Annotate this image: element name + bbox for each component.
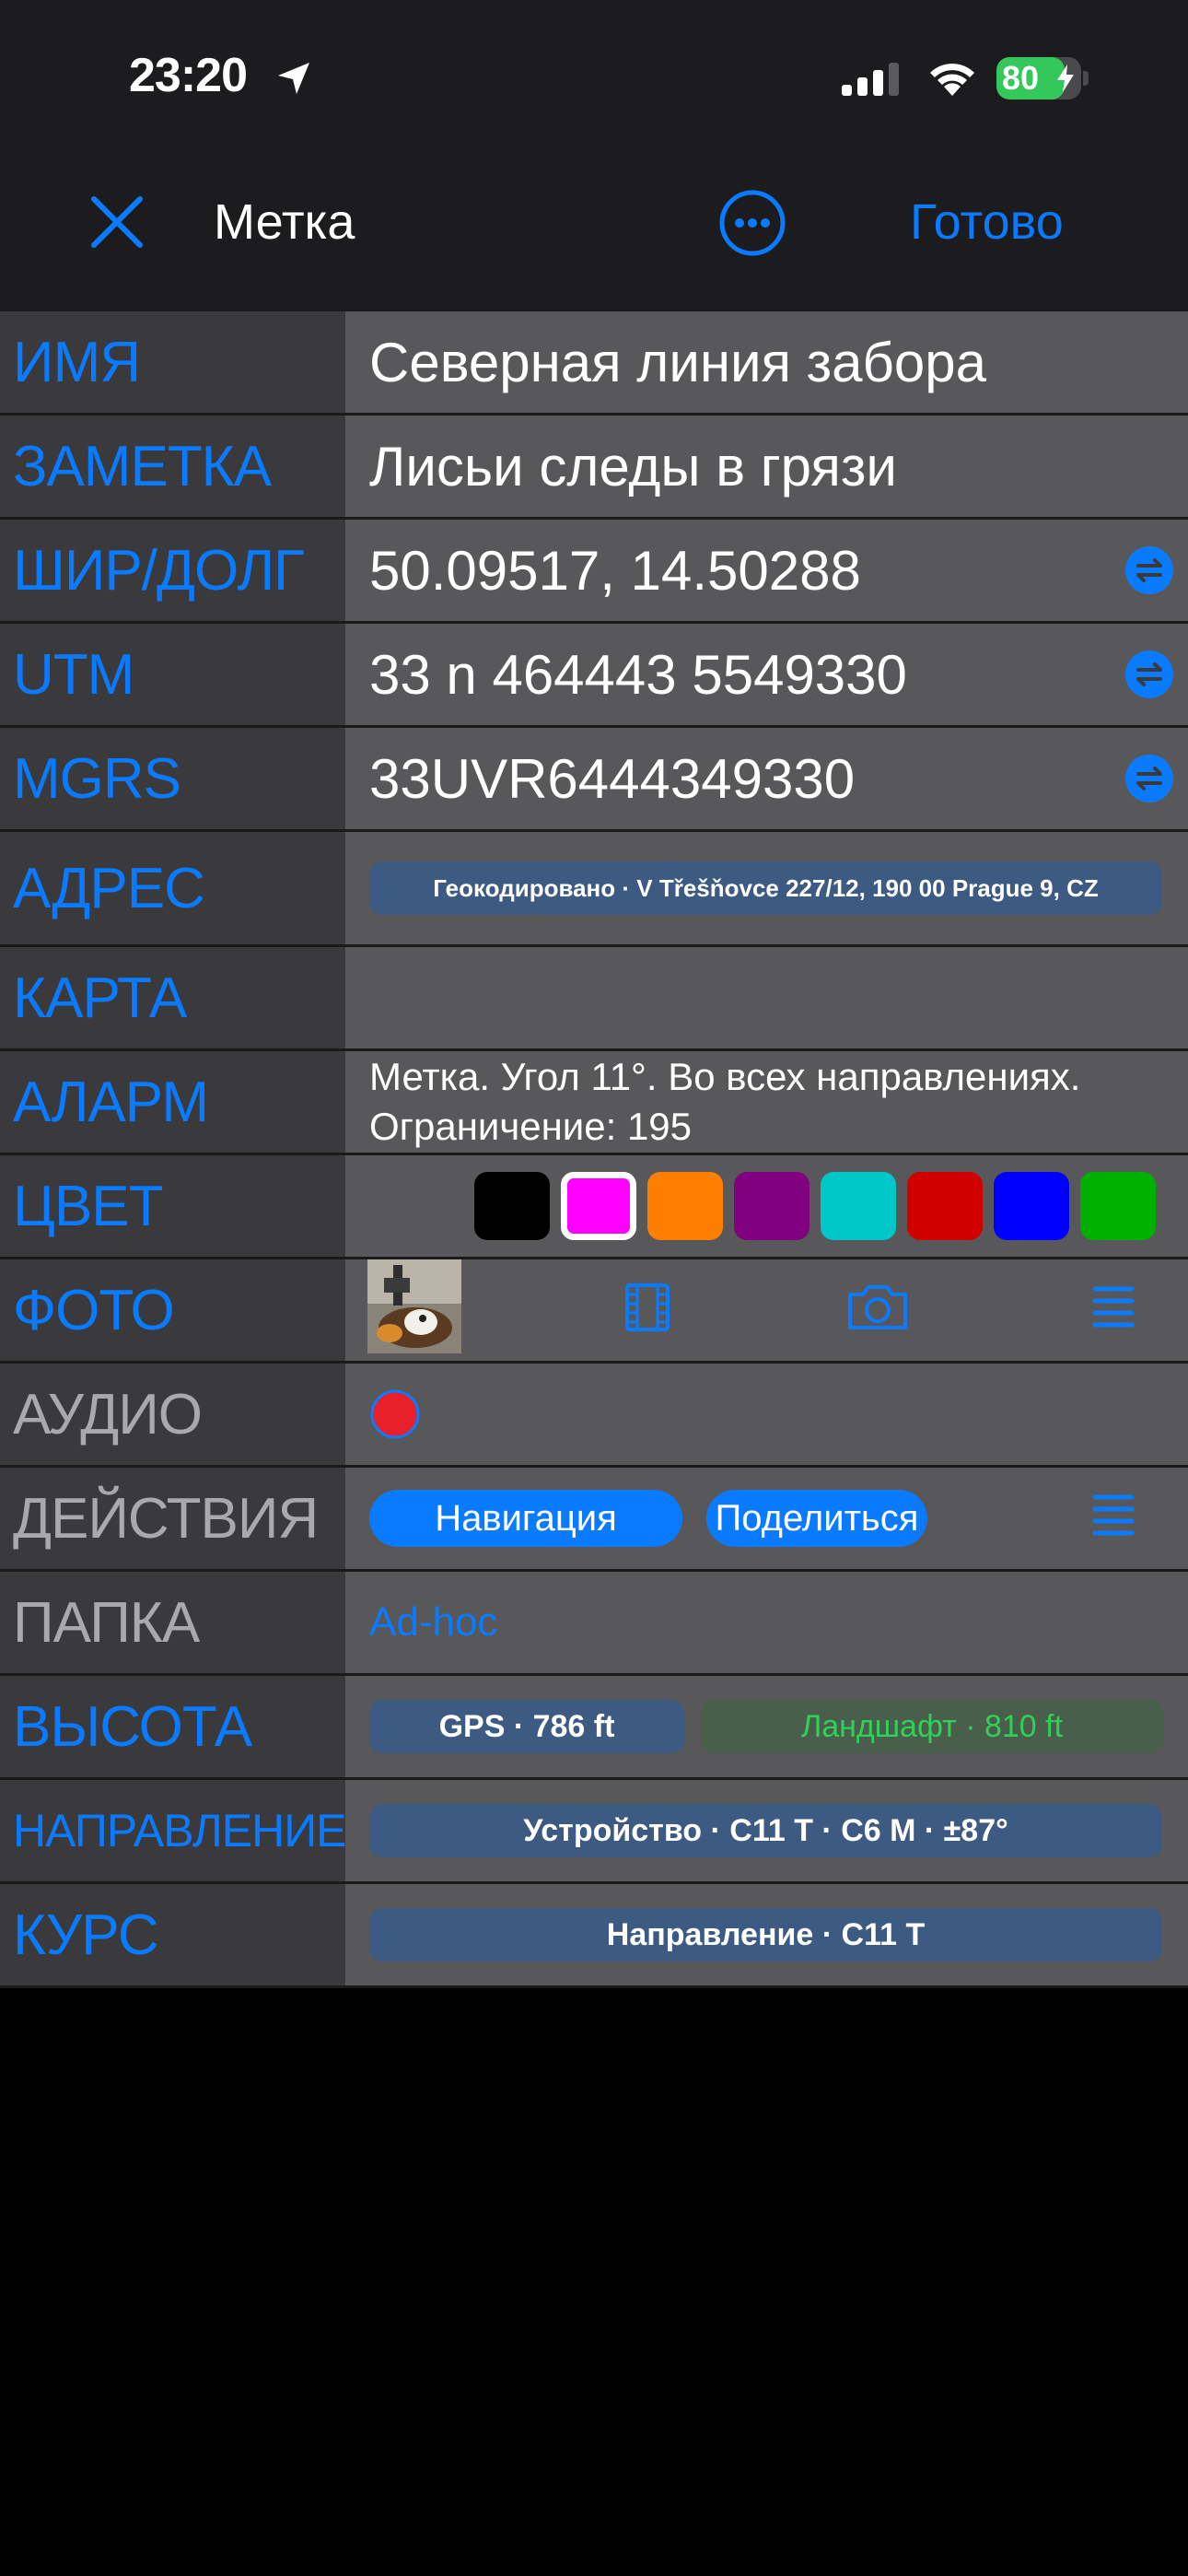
navigate-button[interactable]: Навигация xyxy=(369,1490,682,1547)
wifi-icon xyxy=(930,64,974,96)
course-pill[interactable]: Направление · С11 Т xyxy=(369,1908,1162,1961)
map-label: КАРТА xyxy=(0,947,345,1048)
mgrs-field[interactable]: 33UVR6444349330 xyxy=(345,728,1188,829)
row-color: ЦВЕТ xyxy=(0,1155,1188,1259)
alarm-line-1: Метка. Угол 11°. Во всех направлениях. xyxy=(369,1055,1081,1098)
row-folder: ПАПКА Ad-hoc xyxy=(0,1572,1188,1676)
charging-bolt-icon xyxy=(1057,64,1074,92)
close-icon[interactable] xyxy=(88,193,146,251)
name-label: ИМЯ xyxy=(0,311,345,413)
row-note: ЗАМЕТКА Лисьи следы в грязи xyxy=(0,416,1188,520)
waypoint-table: ИМЯ Северная линия забора ЗАМЕТКА Лисьи … xyxy=(0,311,1188,1988)
map-field[interactable] xyxy=(345,947,1188,1048)
color-swatch[interactable] xyxy=(1080,1172,1156,1240)
direction-label: НАПРАВЛЕНИЕ xyxy=(0,1780,347,1881)
address-label: АДРЕС xyxy=(0,832,345,944)
direction-field: Устройство · С11 Т · С6 М · ±87° xyxy=(345,1780,1188,1881)
actions-label: ДЕЙСТВИЯ xyxy=(0,1468,345,1569)
note-label: ЗАМЕТКА xyxy=(0,416,345,517)
color-swatch[interactable] xyxy=(907,1172,983,1240)
row-alarm: АЛАРМ Метка. Угол 11°. Во всех направлен… xyxy=(0,1051,1188,1155)
camera-icon[interactable] xyxy=(844,1282,911,1333)
altitude-field: GPS · 786 ft Ландшафт · 810 ft xyxy=(345,1676,1188,1777)
swap-format-icon[interactable] xyxy=(1125,755,1173,802)
latlon-label: ШИР/ДОЛГ xyxy=(0,520,345,621)
row-audio: АУДИО xyxy=(0,1364,1188,1468)
latlon-field[interactable]: 50.09517, 14.50288 xyxy=(345,520,1188,621)
cellular-signal-icon xyxy=(842,63,899,96)
alarm-field[interactable]: Метка. Угол 11°. Во всех направлениях. О… xyxy=(345,1051,1188,1153)
mgrs-label: MGRS xyxy=(0,728,345,829)
note-field[interactable]: Лисьи следы в грязи xyxy=(345,416,1188,517)
battery-percent: 80 xyxy=(1002,59,1040,97)
address-field[interactable]: Геокодировано · V Třešňovce 227/12, 190 … xyxy=(345,832,1188,944)
alarm-line-2: Ограничение: 195 xyxy=(369,1105,693,1148)
latlon-value: 50.09517, 14.50288 xyxy=(369,539,861,602)
utm-field[interactable]: 33 n 464443 5549330 xyxy=(345,624,1188,725)
row-actions: ДЕЙСТВИЯ Навигация Поделиться xyxy=(0,1468,1188,1572)
audio-label: АУДИО xyxy=(0,1364,345,1465)
audio-field xyxy=(345,1364,1188,1465)
folder-field[interactable]: Ad-hoc xyxy=(345,1572,1188,1673)
location-arrow-icon xyxy=(278,63,309,94)
record-icon[interactable] xyxy=(369,1388,421,1440)
actions-field: Навигация Поделиться xyxy=(345,1468,1188,1569)
row-course: КУРС Направление · С11 Т xyxy=(0,1884,1188,1988)
row-latlon: ШИР/ДОЛГ 50.09517, 14.50288 xyxy=(0,520,1188,624)
color-picker xyxy=(345,1155,1188,1257)
battery-nub xyxy=(1083,71,1089,86)
altitude-terrain-pill[interactable]: Ландшафт · 810 ft xyxy=(701,1700,1163,1753)
color-swatch[interactable] xyxy=(474,1172,550,1240)
status-time: 23:20 xyxy=(129,49,248,102)
folder-label: ПАПКА xyxy=(0,1572,345,1673)
utm-value: 33 n 464443 5549330 xyxy=(369,643,907,706)
status-bar: 23:20 80 xyxy=(0,0,1188,157)
alarm-label: АЛАРМ xyxy=(0,1051,345,1153)
photo-field xyxy=(345,1259,1188,1361)
row-mgrs: MGRS 33UVR6444349330 xyxy=(0,728,1188,832)
page-title: Метка xyxy=(214,194,355,250)
film-icon[interactable] xyxy=(622,1282,673,1333)
direction-pill[interactable]: Устройство · С11 Т · С6 М · ±87° xyxy=(369,1804,1162,1857)
more-icon[interactable] xyxy=(718,189,786,257)
photo-thumbnail[interactable] xyxy=(367,1259,461,1353)
color-swatch[interactable] xyxy=(994,1172,1069,1240)
row-direction: НАПРАВЛЕНИЕ Устройство · С11 Т · С6 М · … xyxy=(0,1780,1188,1884)
color-swatch[interactable] xyxy=(561,1172,636,1240)
row-altitude: ВЫСОТА GPS · 786 ft Ландшафт · 810 ft xyxy=(0,1676,1188,1780)
share-button[interactable]: Поделиться xyxy=(706,1490,927,1547)
folder-value: Ad-hoc xyxy=(369,1599,498,1645)
name-field[interactable]: Северная линия забора xyxy=(345,311,1188,413)
row-name: ИМЯ Северная линия забора xyxy=(0,311,1188,416)
list-icon[interactable] xyxy=(1091,1283,1136,1331)
color-swatch[interactable] xyxy=(821,1172,896,1240)
mgrs-value: 33UVR6444349330 xyxy=(369,747,856,810)
color-swatch[interactable] xyxy=(734,1172,809,1240)
altitude-gps-pill[interactable]: GPS · 786 ft xyxy=(369,1700,684,1753)
swap-format-icon[interactable] xyxy=(1125,546,1173,594)
row-map: КАРТА xyxy=(0,947,1188,1051)
row-photo: ФОТО xyxy=(0,1259,1188,1364)
list-icon[interactable] xyxy=(1091,1492,1136,1540)
photo-label: ФОТО xyxy=(0,1259,345,1361)
swap-format-icon[interactable] xyxy=(1125,650,1173,698)
color-label: ЦВЕТ xyxy=(0,1155,345,1257)
altitude-label: ВЫСОТА xyxy=(0,1676,345,1777)
course-label: КУРС xyxy=(0,1884,345,1985)
color-swatch[interactable] xyxy=(647,1172,723,1240)
row-utm: UTM 33 n 464443 5549330 xyxy=(0,624,1188,728)
course-field: Направление · С11 Т xyxy=(345,1884,1188,1985)
battery-icon: 80 xyxy=(996,57,1081,100)
done-button[interactable]: Готово xyxy=(910,193,1064,251)
address-pill[interactable]: Геокодировано · V Třešňovce 227/12, 190 … xyxy=(369,861,1162,915)
row-address: АДРЕС Геокодировано · V Třešňovce 227/12… xyxy=(0,832,1188,947)
utm-label: UTM xyxy=(0,624,345,725)
